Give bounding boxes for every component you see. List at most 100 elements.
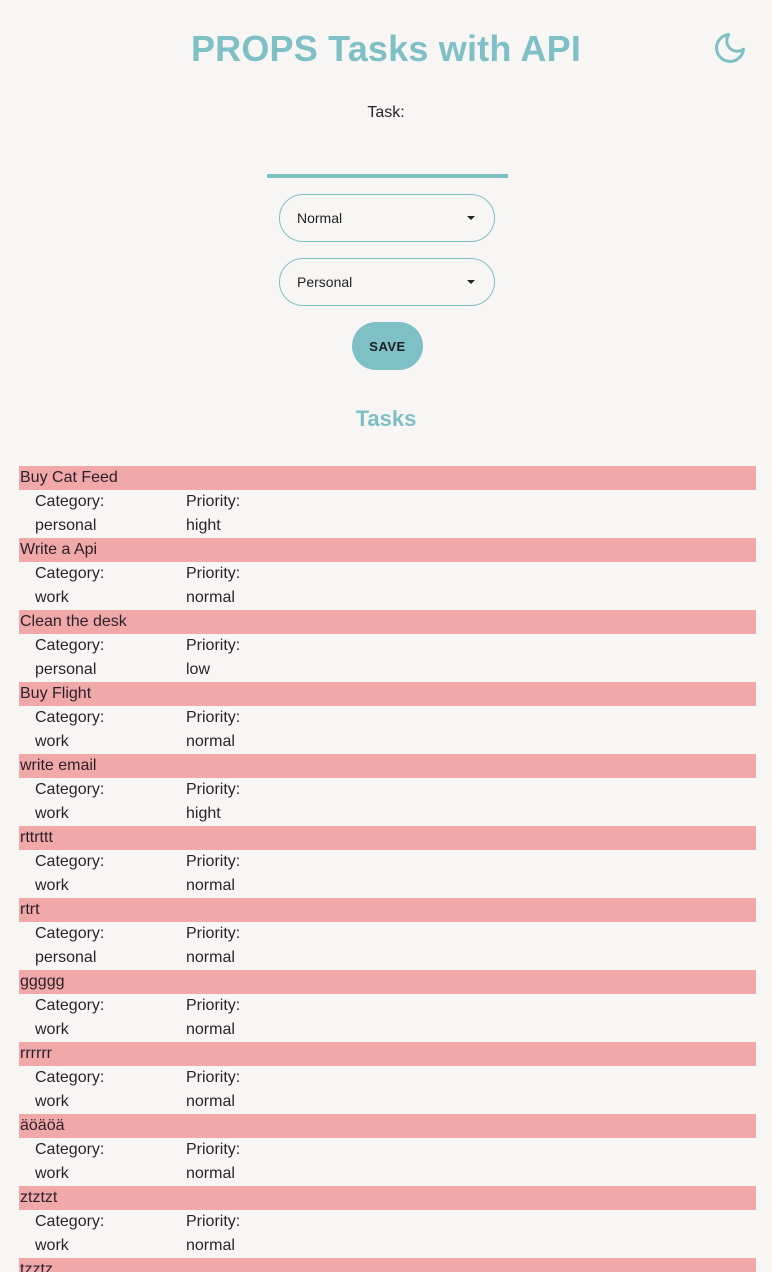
category-label: Category: bbox=[35, 709, 105, 726]
priority-value: hight bbox=[186, 517, 221, 534]
category-label: Category: bbox=[35, 1141, 105, 1158]
task-values-row: work normal bbox=[19, 1018, 756, 1042]
task-labels-row: Category: Priority: bbox=[19, 1210, 756, 1234]
category-label: Category: bbox=[35, 997, 105, 1014]
category-label: Category: bbox=[35, 565, 105, 582]
task-values-row: personal normal bbox=[19, 946, 756, 970]
task-labels-row: Category: Priority: bbox=[19, 922, 756, 946]
task-values-row: work normal bbox=[19, 730, 756, 754]
category-label: Category: bbox=[35, 637, 105, 654]
task-item[interactable]: rtrt Category: Priority: personal normal bbox=[19, 898, 756, 970]
task-item[interactable]: ggggg Category: Priority: work normal bbox=[19, 970, 756, 1042]
page-title: PROPS Tasks with API bbox=[190, 28, 582, 69]
priority-label: Priority: bbox=[186, 781, 241, 798]
priority-value: normal bbox=[186, 589, 235, 606]
caret-down-icon bbox=[467, 216, 475, 220]
priority-value: normal bbox=[186, 733, 235, 750]
task-labels-row: Category: Priority: bbox=[19, 994, 756, 1018]
priority-label: Priority: bbox=[186, 1141, 241, 1158]
task-input[interactable] bbox=[267, 140, 508, 178]
moon-icon bbox=[712, 30, 748, 71]
task-item[interactable]: write email Category: Priority: work hight bbox=[19, 754, 756, 826]
task-name: Buy Flight bbox=[19, 682, 756, 706]
task-labels-row: Category: Priority: bbox=[19, 778, 756, 802]
priority-label: Priority: bbox=[186, 637, 241, 654]
app-page: PROPS Tasks with API Task: Normal Person… bbox=[0, 0, 772, 1272]
priority-value: normal bbox=[186, 1021, 235, 1038]
priority-value: normal bbox=[186, 1237, 235, 1254]
category-label: Category: bbox=[35, 493, 105, 510]
task-label: Task: bbox=[367, 104, 405, 121]
task-item[interactable]: Write a Api Category: Priority: work normal bbox=[19, 538, 756, 610]
task-values-row: work normal bbox=[19, 586, 756, 610]
task-item[interactable]: Buy Flight Category: Priority: work normal bbox=[19, 682, 756, 754]
category-value: work bbox=[35, 1237, 69, 1254]
priority-label: Priority: bbox=[186, 709, 241, 726]
task-name: äöäöä bbox=[19, 1114, 756, 1138]
task-name: rtrt bbox=[19, 898, 756, 922]
category-value: work bbox=[35, 733, 69, 750]
task-item[interactable]: tzztzCategory:Priority: bbox=[19, 1258, 756, 1272]
priority-label: Priority: bbox=[186, 853, 241, 870]
tasks-heading: Tasks bbox=[355, 406, 417, 431]
priority-label: Priority: bbox=[186, 493, 241, 510]
task-item[interactable]: Buy Cat Feed Category: Priority: personal hi… bbox=[19, 466, 756, 538]
task-name: Clean the desk bbox=[19, 610, 756, 634]
task-name: Write a Api bbox=[19, 538, 756, 562]
priority-value: normal bbox=[186, 877, 235, 894]
task-name: write email bbox=[19, 754, 756, 778]
category-label: Category: bbox=[35, 781, 105, 798]
task-name: rttrttt bbox=[19, 826, 756, 850]
category-value: work bbox=[35, 1021, 69, 1038]
category-label: Category: bbox=[35, 1069, 105, 1086]
category-value: personal bbox=[35, 517, 97, 534]
priority-value: hight bbox=[186, 805, 221, 822]
priority-value: normal bbox=[186, 1093, 235, 1110]
category-value: personal bbox=[35, 949, 97, 966]
priority-label: Priority: bbox=[186, 1069, 241, 1086]
task-labels-row: Category: Priority: bbox=[19, 634, 756, 658]
category-label: Category: bbox=[35, 1213, 105, 1230]
category-value: work bbox=[35, 589, 69, 606]
task-values-row: personal hight bbox=[19, 514, 756, 538]
task-values-row: work hight bbox=[19, 802, 756, 826]
task-item[interactable]: äöäöä Category: Priority: work normal bbox=[19, 1114, 756, 1186]
priority-label: Priority: bbox=[186, 1213, 241, 1230]
theme-toggle-button[interactable] bbox=[710, 30, 750, 70]
priority-label: Priority: bbox=[186, 565, 241, 582]
task-name: tzztz bbox=[19, 1258, 756, 1272]
task-name: Buy Cat Feed bbox=[19, 466, 756, 490]
category-select[interactable]: Personal bbox=[279, 258, 495, 306]
task-labels-row: Category: Priority: bbox=[19, 1066, 756, 1090]
task-item[interactable]: ztztzt Category: Priority: work normal bbox=[19, 1186, 756, 1258]
task-item[interactable]: Clean the desk Category: Priority: personal… bbox=[19, 610, 756, 682]
task-values-row: work normal bbox=[19, 1090, 756, 1114]
task-labels-row: Category: Priority: bbox=[19, 1138, 756, 1162]
task-item[interactable]: rttrttt Category: Priority: work normal bbox=[19, 826, 756, 898]
task-labels-row: Category: Priority: bbox=[19, 562, 756, 586]
task-labels-row: Category: Priority: bbox=[19, 850, 756, 874]
priority-value: normal bbox=[186, 949, 235, 966]
save-button[interactable]: SAVE bbox=[352, 322, 423, 370]
category-label: Category: bbox=[35, 925, 105, 942]
category-value: work bbox=[35, 1093, 69, 1110]
category-select-value: Personal bbox=[297, 274, 353, 290]
task-values-row: work normal bbox=[19, 874, 756, 898]
task-labels-row: Category: Priority: bbox=[19, 490, 756, 514]
task-labels-row: Category: Priority: bbox=[19, 706, 756, 730]
priority-label: Priority: bbox=[186, 925, 241, 942]
priority-value: normal bbox=[186, 1165, 235, 1182]
priority-value: low bbox=[186, 661, 211, 678]
task-item[interactable]: rrrrrr Category: Priority: work normal bbox=[19, 1042, 756, 1114]
priority-label: Priority: bbox=[186, 997, 241, 1014]
priority-select-value: Normal bbox=[297, 210, 343, 226]
category-value: work bbox=[35, 805, 69, 822]
task-name: ztztzt bbox=[19, 1186, 756, 1210]
category-label: Category: bbox=[35, 853, 105, 870]
task-name: rrrrrr bbox=[19, 1042, 756, 1066]
task-values-row: personal low bbox=[19, 658, 756, 682]
task-values-row: work normal bbox=[19, 1234, 756, 1258]
task-values-row: work normal bbox=[19, 1162, 756, 1186]
task-name: ggggg bbox=[19, 970, 756, 994]
priority-select[interactable]: Normal bbox=[279, 194, 495, 242]
